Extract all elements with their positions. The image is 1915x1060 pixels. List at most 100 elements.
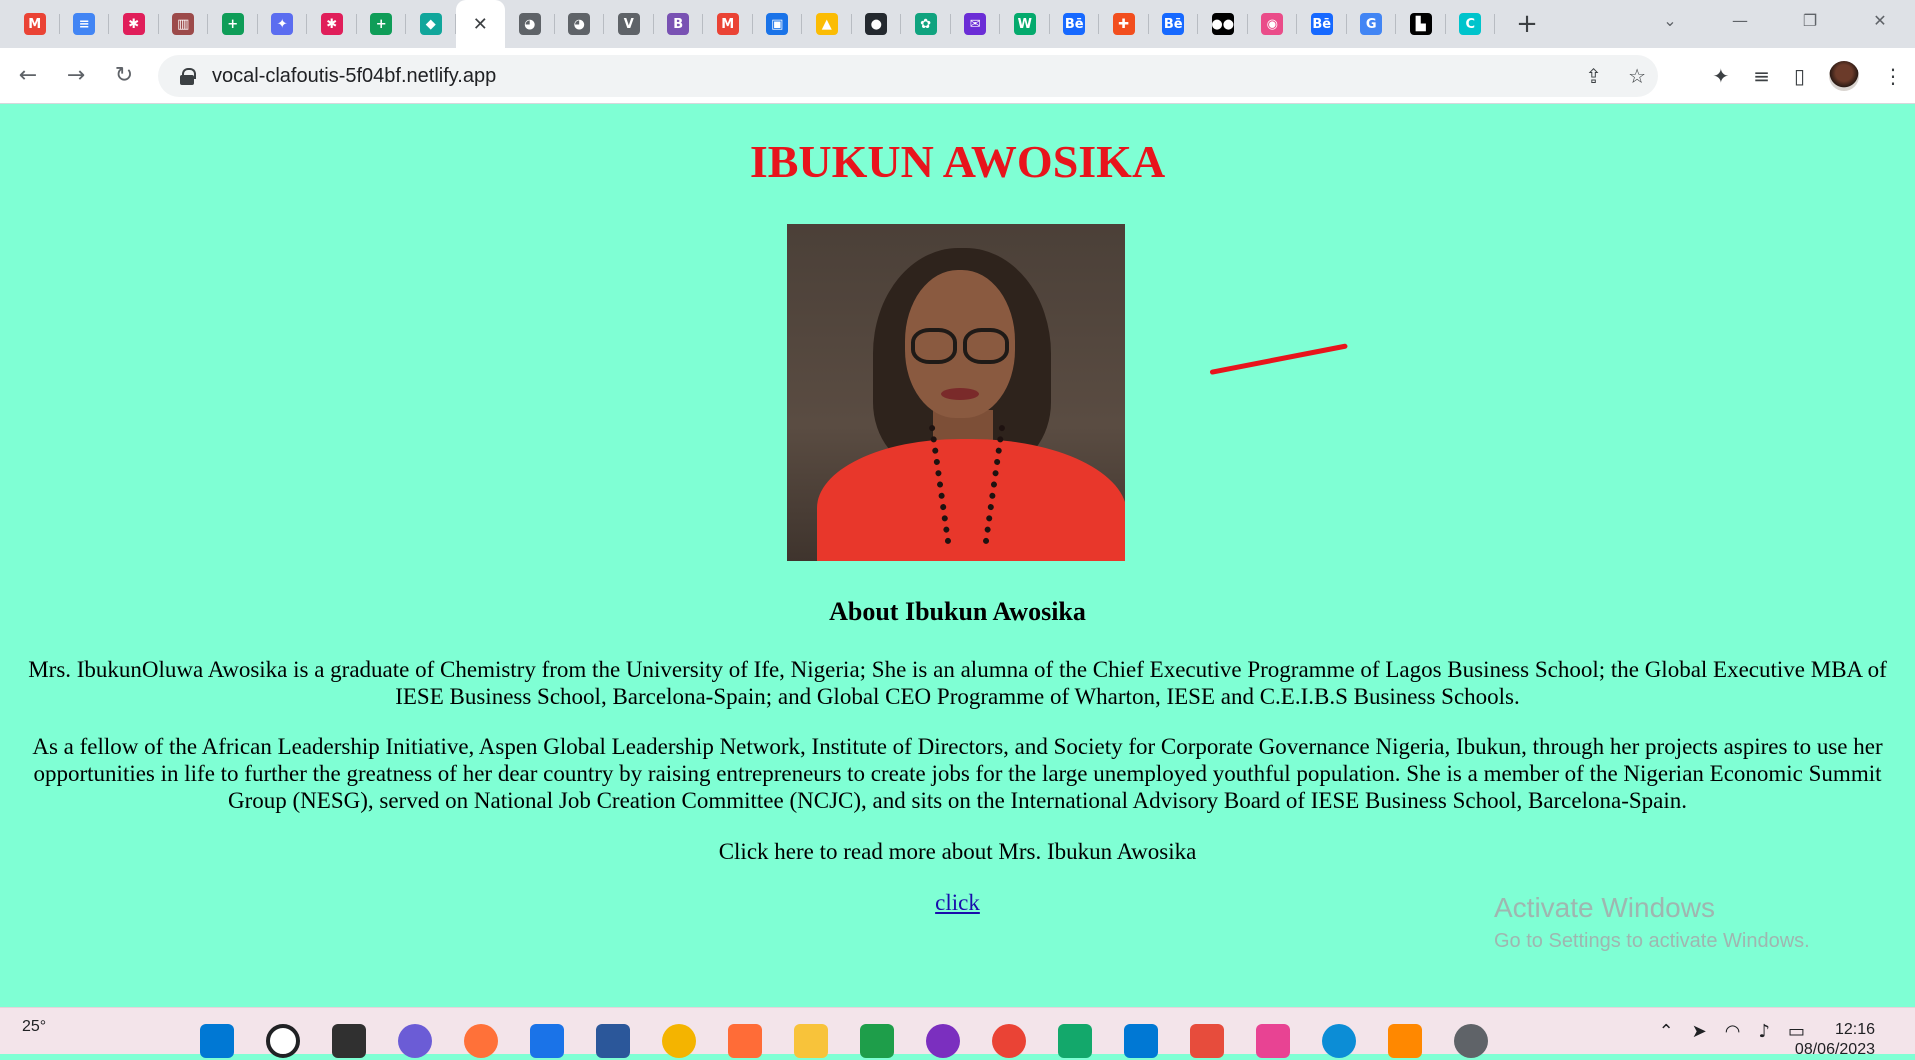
- avatar[interactable]: [1829, 61, 1859, 91]
- tab-list: M ≡ ✱ ▥ + ✦ ✱ + ◆ ✕ ◕ ◕ V B M ▣ ▲ ● ✿ ✉ W Bē ✚ Bē ●● ◉ Bē G ▙ C +: [0, 0, 1547, 48]
- browser-tab[interactable]: Bē: [1297, 0, 1347, 48]
- wifi-icon[interactable]: ◠: [1725, 1021, 1741, 1042]
- back-button[interactable]: ←: [8, 56, 48, 96]
- system-tray: ⌃ ➤ ◠ ♪ ▭: [1659, 1008, 1805, 1055]
- postman-icon[interactable]: [728, 1023, 762, 1058]
- diamond-icon: ◆: [419, 13, 442, 35]
- browser-tab[interactable]: M: [10, 0, 60, 48]
- browser-tab[interactable]: ▥: [159, 0, 209, 48]
- t-app-icon[interactable]: [860, 1023, 894, 1058]
- figma-icon: ✚: [1112, 13, 1135, 35]
- address-bar[interactable]: vocal-clafoutis-5f04bf.netlify.app ⇪ ☆: [158, 55, 1658, 97]
- browser-tab[interactable]: ✦: [258, 0, 308, 48]
- new-tab-icon[interactable]: +: [1507, 0, 1547, 48]
- reload-icon: ↻: [114, 63, 134, 88]
- clock-date: 08/06/2023: [1794, 1041, 1875, 1058]
- chevron-up-icon[interactable]: ⌃: [1659, 1021, 1674, 1042]
- browser-tab[interactable]: C: [1446, 0, 1496, 48]
- teams-icon[interactable]: [398, 1023, 432, 1058]
- unsplash-icon: ▙: [1409, 13, 1432, 35]
- omnibox-actions: ⇪ ☆: [1585, 55, 1646, 97]
- volume-icon[interactable]: ♪: [1758, 1021, 1770, 1042]
- media-icon[interactable]: ≡: [1753, 64, 1770, 88]
- task-view-icon[interactable]: [332, 1023, 366, 1058]
- file-explorer-icon[interactable]: [794, 1023, 828, 1058]
- browser-tab[interactable]: ✱: [307, 0, 357, 48]
- location-icon[interactable]: ➤: [1692, 1021, 1707, 1042]
- photos-icon[interactable]: [662, 1023, 696, 1058]
- weather-widget[interactable]: 25°: [22, 1018, 46, 1036]
- camera-icon[interactable]: [1454, 1023, 1488, 1058]
- w3schools-icon: W: [1013, 13, 1036, 35]
- browser-tab[interactable]: M: [703, 0, 753, 48]
- google-sheets-icon: +: [221, 13, 244, 35]
- bio-paragraph-2: As a fellow of the African Leadership In…: [32, 734, 1883, 813]
- bookmark-star-icon[interactable]: ☆: [1628, 64, 1646, 88]
- extensions-icon[interactable]: ✦: [1712, 64, 1729, 88]
- store-icon[interactable]: [596, 1023, 630, 1058]
- lock-icon[interactable]: [180, 68, 196, 85]
- browser-tab[interactable]: ▣: [753, 0, 803, 48]
- side-panel-icon[interactable]: ▯: [1794, 64, 1805, 88]
- chrome-icon[interactable]: [992, 1023, 1026, 1058]
- restore-icon[interactable]: ❐: [1775, 11, 1845, 30]
- url-text[interactable]: vocal-clafoutis-5f04bf.netlify.app: [212, 65, 496, 88]
- firefox-icon[interactable]: [464, 1023, 498, 1058]
- browser-tab[interactable]: ≡: [60, 0, 110, 48]
- minimize-icon[interactable]: —: [1705, 11, 1775, 30]
- chatgpt-icon: ✿: [914, 13, 937, 35]
- app-icon[interactable]: [926, 1023, 960, 1058]
- activate-windows-watermark: Activate Windows Go to Settings to activ…: [1494, 892, 1810, 953]
- tab-search-icon[interactable]: ⌄: [1635, 11, 1705, 30]
- close-window-icon[interactable]: ✕: [1845, 11, 1915, 30]
- watermark-subtitle: Go to Settings to activate Windows.: [1494, 930, 1810, 952]
- browser-tab[interactable]: Bē: [1050, 0, 1100, 48]
- browser-tab[interactable]: ◕: [505, 0, 555, 48]
- search-icon[interactable]: [266, 1023, 300, 1058]
- github-icon: ●: [865, 13, 888, 35]
- edge-icon[interactable]: [1322, 1023, 1356, 1058]
- mail-icon[interactable]: [530, 1023, 564, 1058]
- snipping-tool-icon[interactable]: [1190, 1023, 1224, 1058]
- browser-tab[interactable]: ✱: [109, 0, 159, 48]
- site-icon: ▥: [172, 13, 195, 35]
- browser-tab[interactable]: B: [654, 0, 704, 48]
- page-title: IBUKUN AWOSIKA: [749, 136, 1166, 187]
- window-controls: ⌄ — ❐ ✕: [1635, 0, 1915, 40]
- browser-tab[interactable]: ●: [852, 0, 902, 48]
- clock-time: 12:16: [1834, 1021, 1875, 1038]
- browser-tab[interactable]: V: [604, 0, 654, 48]
- google-sheets-icon: +: [370, 13, 393, 35]
- app-green-icon[interactable]: [1058, 1023, 1092, 1058]
- reload-button[interactable]: ↻: [104, 56, 144, 96]
- start-icon[interactable]: [200, 1023, 234, 1058]
- browser-tab[interactable]: W: [1000, 0, 1050, 48]
- browser-tab[interactable]: +: [208, 0, 258, 48]
- vlc-icon[interactable]: [1388, 1023, 1422, 1058]
- red-line-decoration: [1209, 343, 1348, 375]
- browser-tab[interactable]: G: [1347, 0, 1397, 48]
- vscode-icon[interactable]: [1124, 1023, 1158, 1058]
- taskbar-apps: [200, 1008, 1488, 1058]
- browser-tab[interactable]: ◕: [555, 0, 605, 48]
- browser-tab[interactable]: ✉: [951, 0, 1001, 48]
- menu-icon[interactable]: ⋮: [1883, 64, 1903, 88]
- browser-tab[interactable]: ◆: [406, 0, 456, 48]
- browser-tab[interactable]: ◉: [1248, 0, 1298, 48]
- forward-button[interactable]: →: [56, 56, 96, 96]
- click-link[interactable]: click: [935, 890, 980, 915]
- browser-tab[interactable]: ✿: [901, 0, 951, 48]
- browser-tab[interactable]: ▲: [802, 0, 852, 48]
- paint-icon[interactable]: [1256, 1023, 1290, 1058]
- share-icon[interactable]: ⇪: [1585, 64, 1602, 88]
- browser-tab[interactable]: ▙: [1396, 0, 1446, 48]
- browser-tab[interactable]: ✚: [1099, 0, 1149, 48]
- browser-tab[interactable]: +: [357, 0, 407, 48]
- browser-tab[interactable]: Bē: [1149, 0, 1199, 48]
- clock[interactable]: 12:16 08/06/2023: [1795, 1020, 1875, 1060]
- globe-icon: ◕: [518, 13, 541, 35]
- page-content: IBUKUN AWOSIKA About Ibukun Awosika Mrs.…: [0, 105, 1915, 1007]
- back-arrow-icon: ←: [18, 63, 38, 88]
- browser-tab[interactable]: ●●: [1198, 0, 1248, 48]
- browser-tab[interactable]: ✕: [455, 0, 505, 48]
